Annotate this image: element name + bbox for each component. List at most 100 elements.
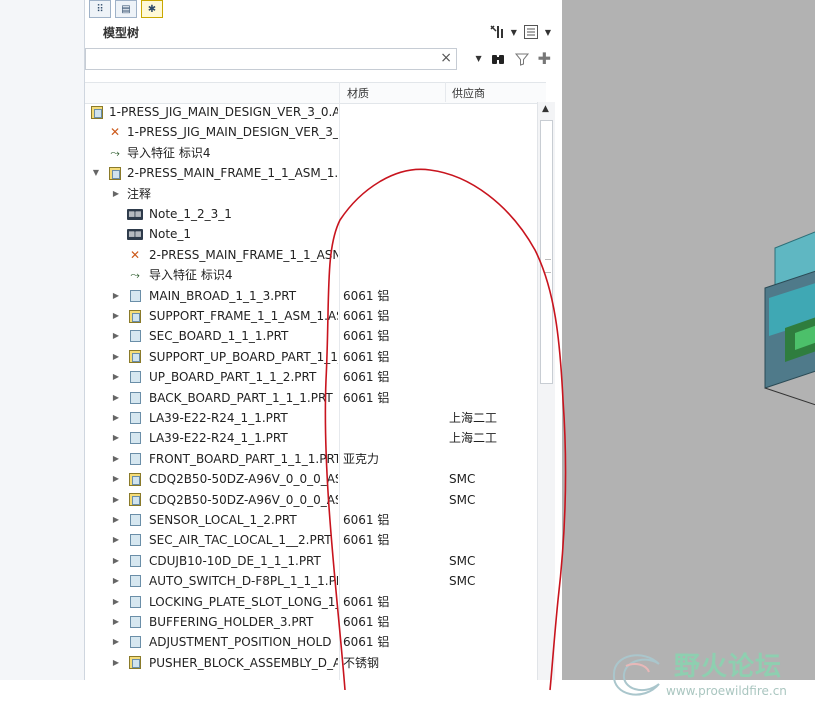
tree-row-label: UP_BOARD_PART_1_1_2.PRT [149,370,317,385]
show-columns-icon[interactable] [523,24,539,40]
chevron-right-icon[interactable]: ▶ [111,469,121,489]
forum-watermark: 野火论坛 www.proewildfire.cn [604,642,809,702]
tree-row[interactable]: ▶ SEC_BOARD_1_1_1.PRT 6061 铝 [85,326,537,346]
chevron-right-icon[interactable]: ▶ [111,510,121,530]
part-icon [127,451,143,467]
tree-row[interactable]: ▶ SUPPORT_UP_BOARD_PART_1_1_ 6061 铝 [85,347,537,367]
tree-row-material: 6061 铝 [343,513,390,527]
filter-icon[interactable] [514,51,530,67]
chevron-right-icon[interactable]: ▶ [111,612,121,632]
tree-row[interactable]: ▦▦ Note_1_2_3_1 [85,204,537,224]
column-header: 材质 供应商 [85,82,546,104]
tree-row-supplier: SMC [449,492,476,507]
tree-row-supplier: 上海二工 [449,431,498,446]
tree-row[interactable]: ▶ MAIN_BROAD_1_1_3.PRT 6061 铝 [85,286,537,306]
panel-tabs: ⠿ ▤ ✱ [85,0,567,18]
search-input[interactable] [86,49,428,67]
search-row: × ▼ ✚ [85,46,563,72]
chevron-down-icon[interactable]: ▼ [511,28,517,37]
tree-row[interactable]: ▶ SENSOR_LOCAL_1_2.PRT 6061 铝 [85,510,537,530]
note-icon: ▦▦ [127,208,143,220]
chevron-right-icon[interactable]: ▶ [111,632,121,652]
part-icon [127,614,143,630]
tree-row[interactable]: ▶ ADJUSTMENT_POSITION_HOLD 6061 铝 [85,632,537,652]
tree-row-label: LA39-E22-R24_1_1.PRT [149,411,288,425]
chevron-right-icon[interactable]: ▶ [111,184,121,204]
chevron-right-icon[interactable]: ▶ [111,347,121,367]
tree-row-material: 6061 铝 [343,615,390,629]
tree-row-label: 注释 [127,186,152,201]
tree-row[interactable]: ▶ FRONT_BOARD_PART_1_1_1.PRT 亚克力 [85,449,537,469]
part-icon [127,573,143,589]
chevron-right-icon[interactable]: ▶ [111,490,121,510]
tree-row[interactable]: ▶ CDUJB10-10D_DE_1_1_1.PRT SMC [85,551,537,571]
chevron-down-icon[interactable]: ▼ [475,54,481,63]
tree-row[interactable]: ▶ 注释 [85,184,537,204]
chevron-right-icon[interactable]: ▶ [111,428,121,448]
chevron-right-icon[interactable]: ▶ [111,551,121,571]
tree-view-icon[interactable]: ⠿ [89,0,111,18]
column-divider [445,82,446,102]
find-binoculars-icon[interactable] [490,51,506,67]
chevron-right-icon[interactable]: ▶ [111,592,121,612]
chevron-right-icon[interactable]: ▶ [111,286,121,306]
chevron-right-icon[interactable]: ▶ [111,449,121,469]
chevron-right-icon[interactable]: ▶ [111,653,121,673]
chevron-right-icon[interactable]: ▶ [111,367,121,387]
chevron-right-icon[interactable]: ▶ [111,408,121,428]
column-supplier[interactable]: 供应商 [452,85,485,101]
tree-row[interactable]: ✕ 2-PRESS_MAIN_FRAME_1_1_ASN [85,245,537,265]
tree-row[interactable]: ▶ BACK_BOARD_PART_1_1_1.PRT 6061 铝 [85,388,537,408]
tree-row[interactable]: ▶ PUSHER_BLOCK_ASSEMBLY_D_A 不锈钢 [85,653,537,673]
tree-row-label: 导入特征 标识4 [149,268,233,283]
close-icon[interactable]: × [440,50,452,66]
scroll-thumb[interactable] [540,120,553,384]
chevron-right-icon[interactable]: ▶ [111,388,121,408]
tree-row[interactable]: ▼ 2-PRESS_MAIN_FRAME_1_1_ASM_1. [85,163,537,183]
tree-row[interactable]: ▶ BUFFERING_HOLDER_3.PRT 6061 铝 [85,612,537,632]
tree-row[interactable]: ▶ CDQ2B50-50DZ-A96V_0_0_0_ASI SMC [85,469,537,489]
tree-row[interactable]: ✕ 1-PRESS_JIG_MAIN_DESIGN_VER_3_ [85,122,537,142]
tree-row-label: 导入特征 标识4 [127,145,211,160]
tree-row[interactable]: ▶ LOCKING_PLATE_SLOT_LONG_1_ 6061 铝 [85,592,537,612]
part-icon [127,532,143,548]
chevron-right-icon[interactable]: ▶ [111,306,121,326]
assembly-icon [127,349,143,365]
chevron-right-icon[interactable]: ▶ [111,530,121,550]
tree-row-material: 6061 铝 [343,349,390,364]
graphics-viewport[interactable] [562,0,815,680]
tree-row[interactable]: ▶ LA39-E22-R24_1_1.PRT 上海二工 [85,408,537,428]
tree-row[interactable]: ▶ SUPPORT_FRAME_1_1_ASM_1.AS 6061 铝 [85,306,537,326]
tree-row-material: 6061 铝 [343,309,390,323]
tree-row[interactable]: ▶ SEC_AIR_TAC_LOCAL_1__2.PRT 6061 铝 [85,530,537,550]
add-icon[interactable]: ✚ [538,49,551,68]
watermark-url: www.proewildfire.cn [666,684,787,698]
tree-row[interactable]: ⤳ 导入特征 标识4 [85,143,537,163]
chevron-down-icon[interactable]: ▼ [91,163,101,183]
search-box: × [85,48,457,70]
part-icon [127,512,143,528]
part-icon [127,594,143,610]
chevron-right-icon[interactable]: ▶ [111,326,121,346]
tree-row[interactable]: ▶ CDQ2B50-50DZ-A96V_0_0_0_ASI SMC [85,490,537,510]
tree-row[interactable]: ▦▦ Note_1 [85,224,537,244]
chevron-down-icon[interactable]: ▼ [545,28,551,37]
tree-row[interactable]: ▶ LA39-E22-R24_1_1.PRT 上海二工 [85,428,537,448]
assembly-icon [127,308,143,324]
tree-row-label: Note_1 [149,227,192,242]
column-material[interactable]: 材质 [347,85,369,101]
tree-row[interactable]: ⤳ 导入特征 标识4 [85,265,537,285]
tree-row[interactable]: ▶ AUTO_SWITCH_D-F8PL_1_1_1.PR SMC [85,571,537,591]
tree-row[interactable]: ▶ UP_BOARD_PART_1_1_2.PRT 6061 铝 [85,367,537,387]
layer-tree-icon[interactable]: ▤ [115,0,137,18]
scroll-up-icon[interactable]: ▲ [542,104,549,114]
tree-row-label: MAIN_BROAD_1_1_3.PRT [149,288,297,303]
tree-row-label: 1-PRESS_JIG_MAIN_DESIGN_VER_3_ [127,125,338,140]
favorites-icon[interactable]: ✱ [141,0,163,18]
chevron-right-icon[interactable]: ▶ [111,571,121,591]
left-margin [0,0,84,680]
tree-row[interactable]: 1-PRESS_JIG_MAIN_DESIGN_VER_3_0.AS [85,102,537,122]
tree-row-label: ADJUSTMENT_POSITION_HOLD [149,635,332,650]
vertical-scrollbar[interactable]: ▲ [537,102,555,680]
tree-settings-icon[interactable] [489,24,505,40]
